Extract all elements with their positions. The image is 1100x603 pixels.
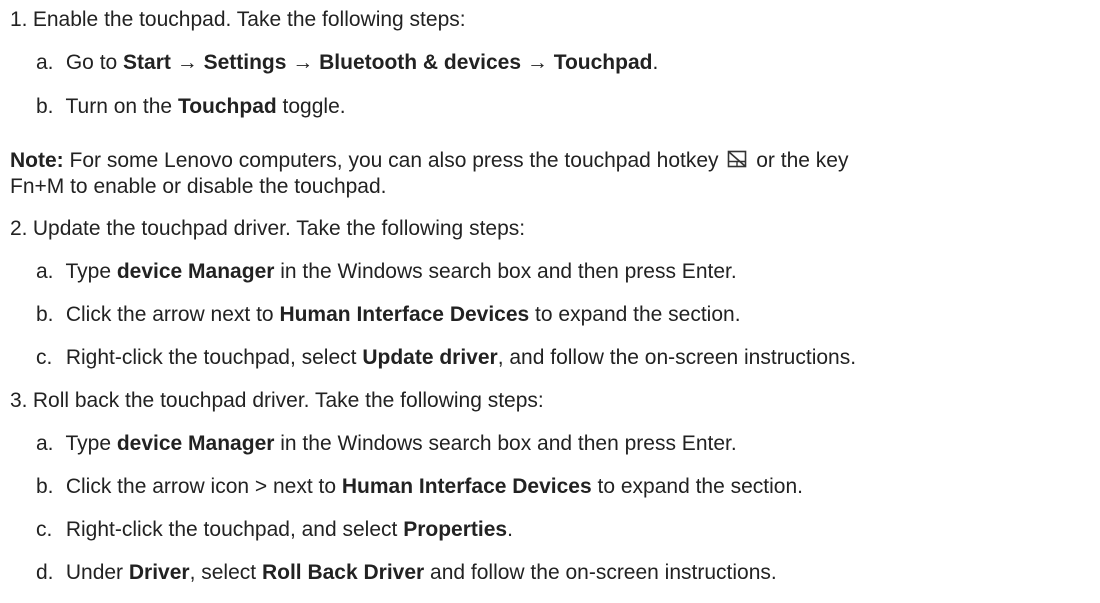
step-text: Roll back the touchpad driver. Take the … [32,389,544,412]
menu-touchpad: Touchpad [553,51,653,74]
substep-text: in the Windows search box and then press… [274,260,737,283]
note-text: Fn+M to enable or disable the touchpad. [10,175,387,198]
step-3c: c. Right-click the touchpad, and select … [36,518,513,542]
device-manager-term: device Manager [116,432,275,455]
substep-text: . [507,518,513,541]
substep-text: and follow the on-screen instructions. [424,561,777,584]
menu-bluetooth-devices: Bluetooth & devices [319,51,521,74]
substep-text: in the Windows search box and then press… [274,432,737,455]
substep-text: Click the arrow icon > next to [65,475,342,498]
substep-text: , select [189,561,262,584]
step-2: 2. Update the touchpad driver. Take the … [10,217,525,241]
step-2a: a. Type device Manager in the Windows se… [36,260,737,284]
substep-text: Click the arrow next to [65,303,280,326]
substep-text: . [652,51,659,74]
substep-letter: b. [36,475,54,498]
menu-settings: Settings [203,51,287,74]
substep-text: to expand the section. [529,303,741,326]
substep-text: Right-click the touchpad, and select [65,518,404,541]
substep-text: Under [65,561,129,584]
arrow-icon: → [526,51,548,74]
human-interface-devices-term: Human Interface Devices [279,303,530,326]
step-number: 1. [10,8,28,31]
substep-letter: a. [36,51,54,74]
arrow-icon: → [292,51,314,74]
step-text: Enable the touchpad. Take the following … [32,8,466,31]
driver-term: Driver [128,561,190,584]
substep-text: Go to [65,51,124,74]
note: Note: For some Lenovo computers, you can… [10,148,848,173]
step-1b: b. Turn on the Touchpad toggle. [36,95,346,119]
substep-letter: c. [36,346,53,369]
substep-text: toggle. [276,95,346,118]
step-3d: d. Under Driver, select Roll Back Driver… [36,561,777,585]
step-number: 2. [10,217,28,240]
step-3b: b. Click the arrow icon > next to Human … [36,475,803,499]
step-text: Update the touchpad driver. Take the fol… [32,217,526,240]
substep-text: Type [65,432,117,455]
substep-text: to expand the section. [591,475,803,498]
roll-back-driver-term: Roll Back Driver [261,561,425,584]
substep-letter: c. [36,518,53,541]
menu-start: Start [123,51,171,74]
note-label: Note: [10,149,64,172]
substep-letter: a. [36,432,54,455]
substep-letter: b. [36,95,54,118]
substep-text: , and follow the on-screen instructions. [497,346,857,369]
step-3a: a. Type device Manager in the Windows se… [36,432,737,456]
substep-letter: b. [36,303,54,326]
step-1a: a. Go to Start → Settings → Bluetooth & … [36,51,658,75]
note-text: or the key [756,149,849,172]
substep-letter: a. [36,260,54,283]
touchpad-toggle-label: Touchpad [177,95,277,118]
update-driver-term: Update driver [362,346,498,369]
step-2c: c. Right-click the touchpad, select Upda… [36,346,856,370]
step-number: 3. [10,389,28,412]
device-manager-term: device Manager [116,260,275,283]
human-interface-devices-term: Human Interface Devices [341,475,592,498]
substep-text: Turn on the [65,95,178,118]
document: 1. Enable the touchpad. Take the followi… [0,0,1100,603]
step-2b: b. Click the arrow next to Human Interfa… [36,303,741,327]
step-3: 3. Roll back the touchpad driver. Take t… [10,389,544,413]
substep-letter: d. [36,561,54,584]
properties-term: Properties [403,518,508,541]
touchpad-disable-icon [726,148,748,170]
note-text: For some Lenovo computers, you can also … [69,149,719,172]
substep-text: Type [65,260,117,283]
step-1: 1. Enable the touchpad. Take the followi… [10,8,466,32]
note-line-2: Fn+M to enable or disable the touchpad. [10,175,387,199]
substep-text: Right-click the touchpad, select [65,346,363,369]
arrow-icon: → [176,51,198,74]
